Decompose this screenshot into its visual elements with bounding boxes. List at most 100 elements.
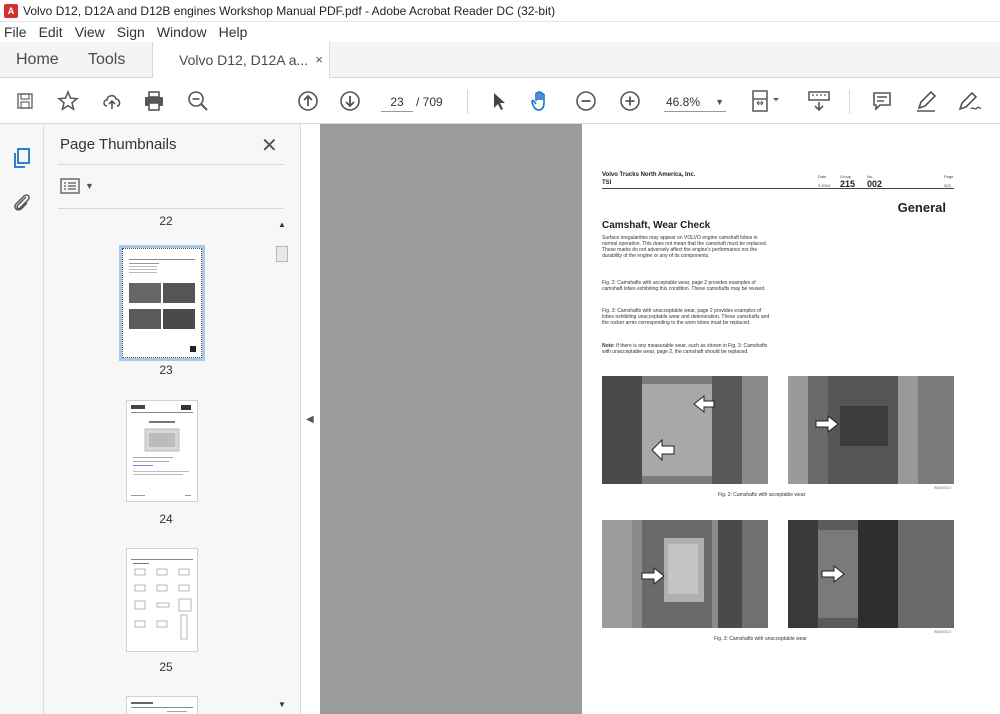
navigation-pane-strip — [0, 124, 44, 714]
zoom-select[interactable]: 46.8% ▼ — [664, 92, 726, 112]
toolbar: 23 / 709 46.8% ▼ — [0, 78, 1000, 124]
cloud-upload-icon — [103, 94, 121, 109]
star-icon — [57, 90, 79, 111]
menu-window[interactable]: Window — [151, 24, 213, 40]
menu-sign[interactable]: Sign — [111, 24, 151, 40]
doc-heading: Camshaft, Wear Check — [602, 220, 711, 231]
toolbar-divider — [849, 90, 850, 114]
paperclip-icon — [14, 194, 30, 211]
comment-icon — [873, 92, 891, 111]
doc-paragraph: Fig. 3: Camshafts with unacceptable wear… — [602, 308, 770, 326]
minus-circle-icon — [576, 91, 596, 111]
thumbnail-label: 22 — [159, 214, 173, 228]
next-page-button[interactable] — [338, 89, 362, 113]
options-list-icon — [60, 178, 80, 194]
doc-header-rule — [602, 188, 954, 189]
cursor-icon — [494, 93, 505, 110]
tab-document[interactable]: Volvo D12, D12A a... × — [152, 42, 330, 79]
doc-tsi: TSI — [602, 180, 612, 186]
signature-pen-icon — [958, 91, 982, 111]
window-title: Volvo D12, D12A and D12B engines Worksho… — [23, 3, 556, 18]
zoom-in-button[interactable] — [618, 89, 642, 113]
thumbnail-page-25[interactable] — [126, 548, 198, 652]
scroll-up-arrow-icon[interactable]: ▲ — [278, 220, 286, 229]
doc-paragraph: Surface irregularities may appear on VOL… — [602, 235, 767, 259]
thumbnail-label: 25 — [159, 660, 173, 674]
doc-date-label: Date — [818, 174, 827, 179]
thumbnail-label: 24 — [159, 512, 173, 526]
menu-view[interactable]: View — [69, 24, 111, 40]
doc-note: Note: If there is any measurable wear, s… — [602, 343, 772, 355]
bookmark-button[interactable] — [56, 89, 80, 113]
camshaft-photo — [788, 520, 954, 628]
save-button[interactable] — [14, 89, 36, 113]
panel-title: Page Thumbnails — [60, 136, 177, 153]
panel-splitter[interactable]: ◀ — [300, 124, 320, 714]
keyboard-scroll-icon — [808, 91, 830, 112]
arrow-up-circle-icon — [298, 91, 318, 111]
menu-edit[interactable]: Edit — [33, 24, 69, 40]
panel-close-button[interactable]: ✕ — [261, 133, 278, 158]
hand-icon — [531, 91, 545, 111]
scroll-mode-button[interactable] — [806, 89, 832, 113]
pen-icon — [917, 90, 937, 112]
save-icon — [17, 93, 33, 109]
figure-code: W2000314 — [934, 486, 951, 490]
plus-circle-icon — [620, 91, 640, 111]
menu-file[interactable]: File — [0, 24, 33, 40]
chevron-down-icon: ▼ — [85, 181, 94, 191]
scrollbar-thumb[interactable] — [276, 246, 288, 262]
thumbnail-page-23[interactable] — [119, 245, 205, 361]
page-number-input[interactable]: 23 — [381, 92, 413, 112]
doc-section-title: General — [897, 200, 946, 215]
thumbnail-label: 23 — [159, 363, 173, 377]
page-display-button[interactable] — [748, 89, 784, 113]
page-26-preview — [131, 702, 193, 712]
hand-tool-button[interactable] — [528, 89, 554, 113]
collapse-panel-arrow-icon[interactable]: ◀ — [306, 414, 314, 425]
magnifier-minus-icon — [188, 91, 208, 111]
menu-bar: File Edit View Sign Window Help — [0, 22, 1000, 42]
menu-help[interactable]: Help — [213, 24, 254, 40]
page-total: / 709 — [416, 95, 443, 109]
thumbnail-scrollbar[interactable]: ▲ ▼ — [274, 214, 290, 714]
page-thumbnails-tab[interactable] — [10, 146, 34, 170]
zoom-out-button[interactable] — [574, 89, 598, 113]
chevron-down-icon: ▼ — [715, 97, 724, 107]
sign-button[interactable] — [956, 89, 984, 113]
toolbar-divider — [467, 90, 468, 114]
doc-paragraph: Fig. 2: Camshafts with acceptable wear, … — [602, 280, 766, 292]
acrobat-icon: A — [4, 3, 18, 18]
thumbnail-list: 22 23 24 25 — [58, 210, 274, 714]
document-view[interactable]: Volvo Trucks North America, Inc. TSI Dat… — [320, 124, 1000, 714]
printer-icon — [145, 91, 163, 111]
tab-close-button[interactable]: × — [315, 42, 323, 78]
figure-code: W2000313 — [934, 630, 951, 634]
tab-home[interactable]: Home — [16, 42, 59, 78]
attachments-tab[interactable] — [10, 190, 34, 214]
panel-divider — [58, 208, 284, 209]
select-tool-button[interactable] — [488, 89, 510, 113]
thumbnails-panel: Page Thumbnails ✕ ▼ 22 23 24 25 ▲ ▼ — [44, 124, 300, 714]
comment-button[interactable] — [870, 89, 894, 113]
tab-document-label: Volvo D12, D12A a... — [179, 52, 309, 68]
document-page: Volvo Trucks North America, Inc. TSI Dat… — [582, 124, 1000, 714]
thumbnail-page-26[interactable] — [126, 696, 198, 714]
highlight-button[interactable] — [914, 89, 938, 113]
figure-caption: Fig. 2: Camshafts with acceptable wear — [718, 492, 806, 498]
camshaft-photo — [602, 376, 768, 484]
panel-divider — [58, 164, 284, 165]
thumbnail-page-24[interactable] — [126, 400, 198, 502]
scroll-down-arrow-icon[interactable]: ▼ — [278, 700, 286, 709]
page-24-preview — [131, 405, 193, 496]
prev-page-button[interactable] — [296, 89, 320, 113]
upload-button[interactable] — [100, 89, 124, 113]
doc-note-text: If there is any measurable wear, such as… — [602, 343, 768, 355]
tab-tools[interactable]: Tools — [88, 42, 125, 78]
print-button[interactable] — [142, 89, 166, 113]
thumbnail-options-button[interactable]: ▼ — [60, 178, 94, 194]
zoom-tool-button[interactable] — [186, 89, 210, 113]
tab-bar: Home Tools Volvo D12, D12A a... × — [0, 42, 1000, 79]
doc-company: Volvo Trucks North America, Inc. — [602, 172, 696, 178]
camshaft-photo — [788, 376, 954, 484]
